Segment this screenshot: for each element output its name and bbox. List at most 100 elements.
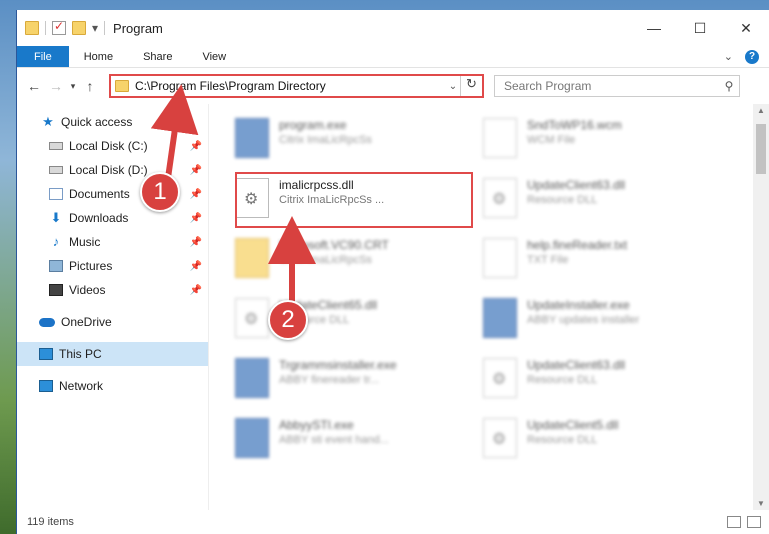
nav-onedrive[interactable]: OneDrive [17, 310, 208, 334]
star-icon: ★ [42, 114, 54, 129]
scroll-thumb[interactable] [756, 124, 766, 174]
nav-videos[interactable]: Videos 📌 [17, 278, 208, 302]
quick-access-toolbar: ▾ [17, 19, 106, 35]
file-desc: Resource DLL [527, 434, 598, 446]
nav-label: Videos [69, 283, 106, 297]
file-desc: ABBY updates installer [527, 314, 640, 326]
nav-local-disk-c[interactable]: Local Disk (C:) 📌 [17, 134, 208, 158]
nav-music[interactable]: ♪ Music 📌 [17, 230, 208, 254]
network-icon [39, 380, 53, 392]
maximize-button[interactable]: ☐ [677, 10, 723, 46]
file-desc: ABBY sti event hand... [279, 434, 389, 446]
file-item[interactable]: Microsoft.VC90.CRT Citrix ImaLicRpcSs [235, 232, 483, 292]
main-content: ★ Quick access Local Disk (C:) 📌 Local D… [17, 104, 769, 510]
cloud-icon [39, 317, 55, 327]
music-icon: ♪ [52, 234, 60, 249]
videos-icon [49, 284, 63, 296]
pin-icon: 📌 [189, 188, 202, 200]
nav-label: Documents [69, 187, 130, 201]
nav-label: Network [59, 379, 104, 393]
file-item[interactable]: UpdateInstaller.exe ABBY updates installe… [483, 292, 731, 352]
pc-icon [39, 348, 53, 360]
scroll-up-icon[interactable]: ▲ [757, 106, 765, 115]
nav-downloads[interactable]: ⬇ Downloads 📌 [17, 206, 208, 230]
dll-gear-icon [235, 298, 269, 338]
details-view-icon[interactable] [727, 516, 741, 528]
up-arrow-icon[interactable]: ↑ [79, 78, 101, 94]
minimize-button[interactable]: — [631, 10, 677, 46]
tab-share[interactable]: Share [128, 46, 187, 67]
tab-home[interactable]: Home [69, 46, 128, 67]
callout-2: 2 [268, 300, 308, 340]
address-field[interactable]: C:\Program Files\Program Directory ⌄ ↻ [109, 74, 484, 98]
file-name: UpdateClient63.dll [527, 178, 626, 192]
drive-icon [49, 142, 63, 150]
separator [45, 21, 46, 35]
large-icons-view-icon[interactable] [747, 516, 761, 528]
highlight-box [235, 172, 473, 228]
file-item[interactable]: UpdateClient63.dll Resource DLL [483, 172, 731, 232]
nav-pictures[interactable]: Pictures 📌 [17, 254, 208, 278]
nav-label: Downloads [69, 211, 129, 225]
folder-icon [25, 21, 39, 35]
nav-label: Quick access [61, 115, 133, 129]
navigation-pane: ★ Quick access Local Disk (C:) 📌 Local D… [17, 104, 209, 510]
nav-local-disk-d[interactable]: Local Disk (D:) 📌 [17, 158, 208, 182]
nav-label: Pictures [69, 259, 113, 273]
file-desc: Resource DLL [527, 194, 598, 206]
download-icon: ⬇ [50, 210, 62, 225]
separator [104, 21, 106, 35]
title-bar: ▾ Program — ☐ ✕ [17, 10, 769, 46]
expand-ribbon-icon[interactable]: ⌄ [724, 50, 733, 63]
close-button[interactable]: ✕ [723, 10, 769, 46]
file-item[interactable]: program.exe Citrix ImaLicRpcSs [235, 112, 483, 172]
file-item[interactable]: UpdateClient63.dll Resource DLL [483, 352, 731, 412]
file-item[interactable]: UpdateClient5.dll Resource DLL [483, 412, 731, 472]
nav-network[interactable]: Network [17, 374, 208, 398]
customize-dropdown-icon[interactable]: ▾ [92, 21, 98, 35]
documents-icon [49, 188, 63, 200]
pin-icon: 📌 [189, 236, 202, 248]
ribbon-tabs: File Home Share View ⌄ ? [17, 46, 769, 68]
new-folder-icon[interactable] [72, 21, 86, 35]
file-desc: WCM File [527, 134, 576, 146]
forward-arrow-icon[interactable]: → [45, 78, 67, 94]
nav-this-pc[interactable]: This PC [17, 342, 208, 366]
recent-dropdown-icon[interactable]: ▾ [67, 81, 79, 92]
item-count: 119 items [27, 516, 74, 528]
exe-file-icon [235, 118, 269, 158]
file-item[interactable]: AbbyySTI.exe ABBY sti event hand... [235, 412, 483, 472]
address-path[interactable]: C:\Program Files\Program Directory [135, 79, 446, 93]
file-icon [483, 238, 517, 278]
file-item[interactable]: Trgrammsinstaller.exe ABBY finereader tr.… [235, 352, 483, 412]
file-desc: Citrix ImaLicRpcSs [279, 254, 372, 266]
help-icon[interactable]: ? [745, 49, 759, 64]
vertical-scrollbar[interactable]: ▲ ▼ [753, 104, 769, 510]
exe-file-icon [235, 418, 269, 458]
address-dropdown-icon[interactable]: ⌄ [446, 81, 460, 92]
tab-file[interactable]: File [17, 46, 69, 67]
file-name: UpdateInstaller.exe [527, 298, 630, 312]
search-input[interactable]: Search Program ⚲ [494, 75, 740, 97]
file-desc: ABBY finereader tr... [279, 374, 380, 386]
file-item[interactable]: help.fineReader.txt TXT File [483, 232, 731, 292]
file-desc: TXT File [527, 254, 569, 266]
file-item[interactable]: SndToWP16.wcm WCM File [483, 112, 731, 172]
nav-quick-access[interactable]: ★ Quick access [17, 110, 208, 134]
file-grid: program.exe Citrix ImaLicRpcSs SndToWP16.… [235, 112, 731, 472]
file-name: Microsoft.VC90.CRT [279, 238, 389, 252]
file-name: help.fineReader.txt [527, 238, 628, 252]
window-title: Program [113, 20, 163, 36]
tab-view[interactable]: View [187, 46, 241, 67]
file-desc: Citrix ImaLicRpcSs [279, 134, 372, 146]
explorer-window: ▾ Program — ☐ ✕ File Home Share View ⌄ ?… [16, 10, 769, 534]
back-arrow-icon[interactable]: ← [23, 78, 45, 94]
dll-gear-icon [483, 178, 517, 218]
properties-icon[interactable] [52, 19, 66, 35]
search-icon[interactable]: ⚲ [719, 79, 739, 93]
exe-file-icon [235, 358, 269, 398]
nav-label: This PC [59, 347, 102, 361]
scroll-down-icon[interactable]: ▼ [757, 499, 765, 508]
dll-gear-icon [483, 358, 517, 398]
refresh-icon[interactable]: ↻ [460, 76, 482, 96]
